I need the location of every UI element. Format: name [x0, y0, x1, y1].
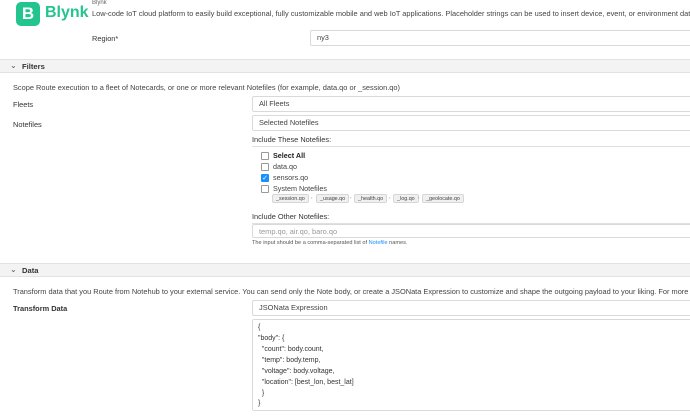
system-notefiles-label: System Notefiles — [273, 184, 327, 193]
data-qo-label: data.qo — [273, 162, 297, 171]
code-line: } — [258, 390, 265, 397]
filters-section-title: Filters — [22, 62, 45, 71]
select-all-checkbox[interactable] — [261, 152, 269, 160]
system-notefiles-checkbox[interactable] — [261, 185, 269, 193]
other-notefiles-input[interactable]: temp.qo, air.qo, baro.qo — [252, 224, 690, 238]
sensors-qo-checkbox[interactable]: ✓ — [261, 174, 269, 182]
include-these-label: Include These Notefiles: — [252, 135, 332, 144]
other-notefiles-hint: The input should be a comma-separated li… — [252, 240, 408, 246]
region-select[interactable]: ny3 — [310, 30, 690, 46]
code-line: "location": [best_lon, best_lat] — [258, 379, 354, 386]
check-icon: ✓ — [262, 175, 268, 182]
system-notefile-tag: _log.qo — [393, 194, 419, 203]
tag-separator: , — [389, 194, 391, 200]
code-line: } — [258, 400, 261, 407]
code-line: "temp": body.temp, — [258, 357, 321, 364]
code-line: "voltage": body.voltage, — [258, 368, 335, 375]
tag-separator: , — [418, 194, 420, 200]
filters-description: Scope Route execution to a fleet of Note… — [13, 83, 400, 92]
filters-section-header[interactable]: ⌄ Filters — [0, 59, 690, 73]
sensors-qo-label: sensors.qo — [273, 173, 309, 182]
system-notefile-tag: _geolocate.qo — [422, 194, 464, 203]
system-notefile-tag: _health.qo — [354, 194, 388, 203]
data-section-header[interactable]: ⌄ Data — [0, 263, 690, 277]
tag-separator: , — [311, 194, 313, 200]
code-line: "body": { — [258, 335, 285, 342]
jsonata-editor[interactable]: { "body": { "count": body.count, "temp":… — [252, 319, 690, 411]
integration-description: Low-code IoT cloud platform to easily bu… — [92, 9, 690, 18]
transform-data-label: Transform Data — [13, 304, 68, 313]
system-notefile-tag: _usage.qo — [316, 194, 350, 203]
transform-data-select[interactable]: JSONata Expression — [252, 300, 690, 316]
notefile-link[interactable]: Notefile — [369, 240, 388, 246]
include-other-label: Include Other Notefiles: — [252, 212, 330, 221]
blynk-logo-text: Blynk — [45, 4, 89, 21]
fleets-select[interactable]: All Fleets — [252, 96, 690, 112]
system-notefile-tag: _session.qo — [272, 194, 309, 203]
code-line: { — [258, 324, 261, 331]
notefiles-label: Notefiles — [13, 120, 42, 129]
data-qo-checkbox[interactable] — [261, 163, 269, 171]
notefiles-select[interactable]: Selected Notefiles — [252, 115, 690, 131]
tag-separator: , — [350, 194, 352, 200]
chevron-down-icon: ⌄ — [10, 265, 17, 274]
data-section-title: Data — [22, 266, 39, 275]
fleets-label: Fleets — [13, 100, 34, 109]
code-line: "count": body.count, — [258, 346, 324, 353]
data-description: Transform data that you Route from Noteh… — [13, 287, 690, 296]
integration-name: Blynk — [92, 0, 107, 6]
region-label: Region* — [92, 34, 119, 43]
divider — [252, 146, 690, 147]
select-all-label: Select All — [273, 151, 306, 160]
chevron-down-icon: ⌄ — [10, 61, 17, 70]
blynk-logo-icon: B — [16, 2, 40, 26]
